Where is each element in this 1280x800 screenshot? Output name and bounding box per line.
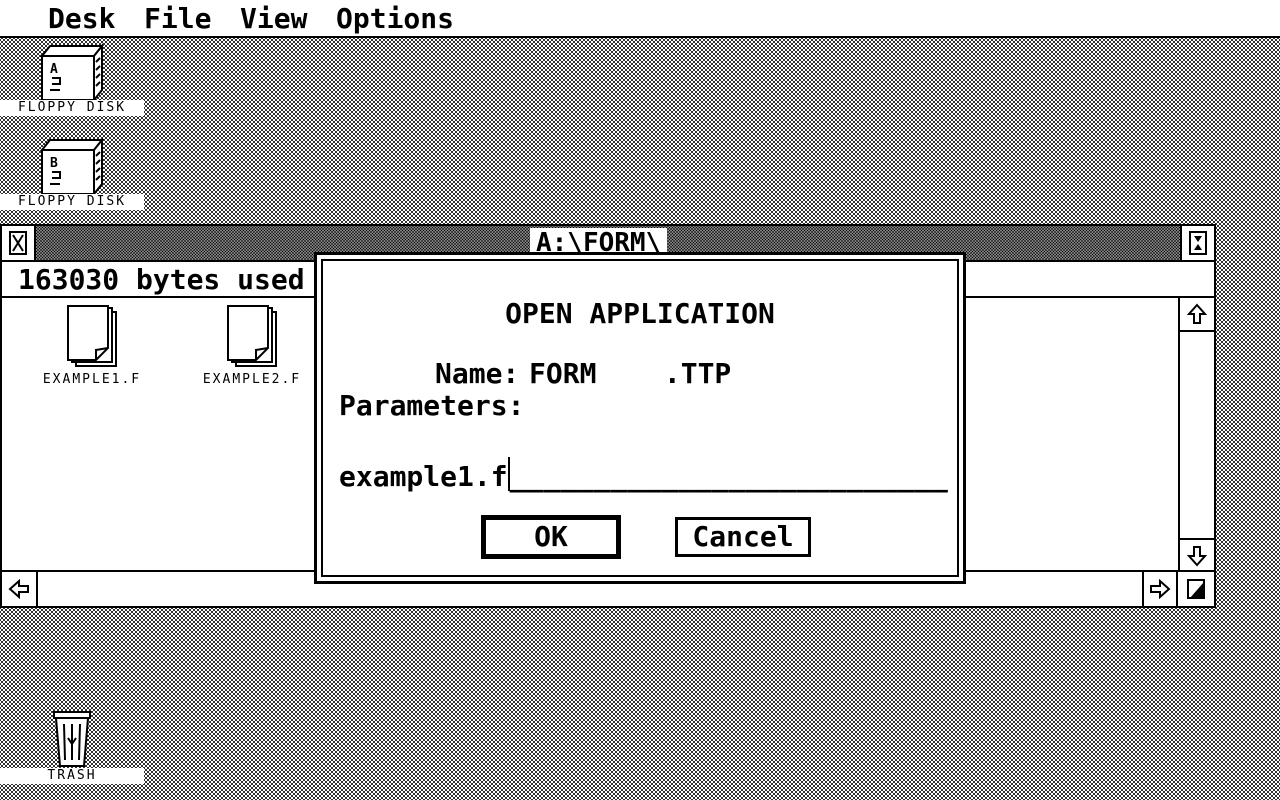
vertical-scrollbar[interactable] [1178, 298, 1214, 572]
close-icon [9, 231, 27, 255]
scroll-down-button[interactable] [1180, 538, 1214, 572]
menu-options[interactable]: Options [336, 2, 454, 35]
floppy-drive-icon: A [39, 43, 105, 100]
drive-b-icon[interactable]: B FLOPPY DISK [0, 136, 144, 210]
file-item[interactable]: EXAMPLE1.F [22, 304, 162, 387]
arrow-right-icon [1150, 579, 1171, 599]
arrow-down-icon [1187, 546, 1207, 567]
menu-file[interactable]: File [144, 2, 211, 35]
fuller-box[interactable] [1180, 226, 1214, 260]
trash-label: TRASH [0, 768, 144, 784]
dialog-frame: OPEN APPLICATION Name: FORM .TTP Paramet… [321, 259, 959, 577]
parameters-input[interactable]: example1.f __________________________ [339, 453, 949, 493]
menu-bar: Desk File View Options [0, 0, 1280, 38]
drive-a-icon[interactable]: A FLOPPY DISK [0, 42, 144, 116]
svg-text:A: A [50, 62, 58, 77]
parameters-label: Parameters: [339, 389, 525, 422]
trash-can-icon [53, 711, 91, 767]
menu-desk[interactable]: Desk [48, 2, 115, 35]
file-name: EXAMPLE2.F [202, 372, 302, 387]
resize-box[interactable] [1178, 572, 1214, 606]
arrow-up-icon [1187, 303, 1207, 324]
ok-button[interactable]: OK [481, 515, 621, 559]
parameters-value: example1.f [339, 460, 508, 493]
floppy-drive-icon: B [39, 137, 105, 194]
drive-a-label: FLOPPY DISK [0, 100, 144, 116]
name-value: FORM .TTP [529, 357, 732, 390]
svg-text:B: B [50, 156, 58, 171]
file-item[interactable]: EXAMPLE2.F [182, 304, 322, 387]
close-box[interactable] [2, 226, 36, 260]
scroll-right-button[interactable] [1142, 572, 1178, 606]
trash-icon-container[interactable]: TRASH [0, 708, 144, 784]
dialog-title: OPEN APPLICATION [505, 297, 775, 330]
scroll-up-button[interactable] [1180, 298, 1214, 332]
fullscreen-icon [1189, 231, 1207, 255]
arrow-left-icon [8, 579, 29, 599]
file-name: EXAMPLE1.F [42, 372, 142, 387]
parameters-placeholder: __________________________ [509, 460, 948, 493]
open-application-dialog: OPEN APPLICATION Name: FORM .TTP Paramet… [314, 252, 966, 584]
name-label: Name: [435, 357, 520, 390]
cancel-button[interactable]: Cancel [675, 517, 811, 557]
resize-icon [1187, 579, 1205, 599]
document-icon [227, 305, 277, 367]
document-icon [67, 305, 117, 367]
scroll-left-button[interactable] [2, 572, 38, 606]
drive-b-label: FLOPPY DISK [0, 194, 144, 210]
menu-view[interactable]: View [240, 2, 307, 35]
